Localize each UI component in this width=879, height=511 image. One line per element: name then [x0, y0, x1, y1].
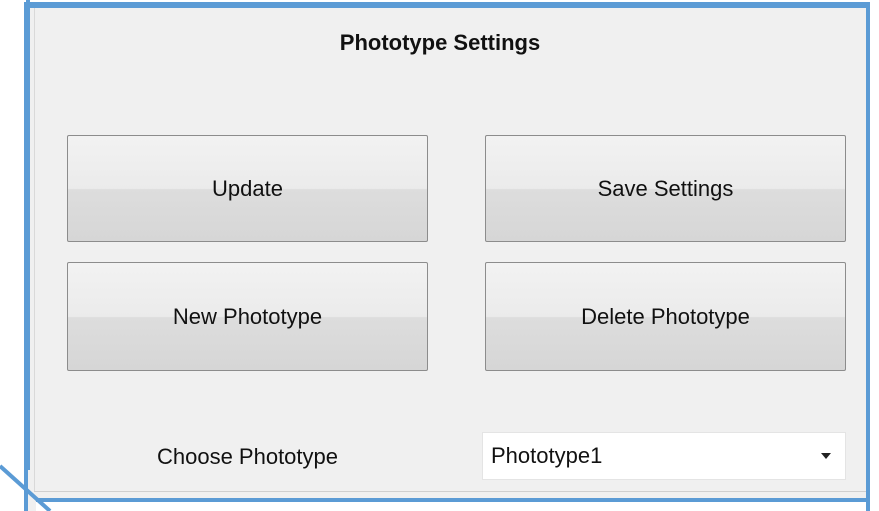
- panel-inner-border: [34, 8, 35, 491]
- update-button[interactable]: Update: [67, 135, 428, 242]
- save-settings-button[interactable]: Save Settings: [485, 135, 846, 242]
- frame-bottom-edge: [36, 498, 879, 511]
- frame-top-edge: [24, 0, 870, 6]
- panel-bottom-border: [34, 491, 879, 492]
- delete-phototype-button[interactable]: Delete Phototype: [485, 262, 846, 371]
- choose-phototype-label: Choose Phototype: [156, 444, 339, 469]
- new-phototype-button[interactable]: New Phototype: [67, 262, 428, 371]
- screenshot-stage: Phototype Settings Update Save Settings …: [0, 0, 879, 511]
- phototype-dropdown-value: Phototype1: [491, 443, 603, 468]
- chevron-down-icon[interactable]: [821, 453, 831, 459]
- frame-right-edge: [866, 0, 879, 511]
- panel-title: Phototype Settings: [339, 30, 541, 55]
- phototype-dropdown[interactable]: Phototype1: [482, 432, 846, 480]
